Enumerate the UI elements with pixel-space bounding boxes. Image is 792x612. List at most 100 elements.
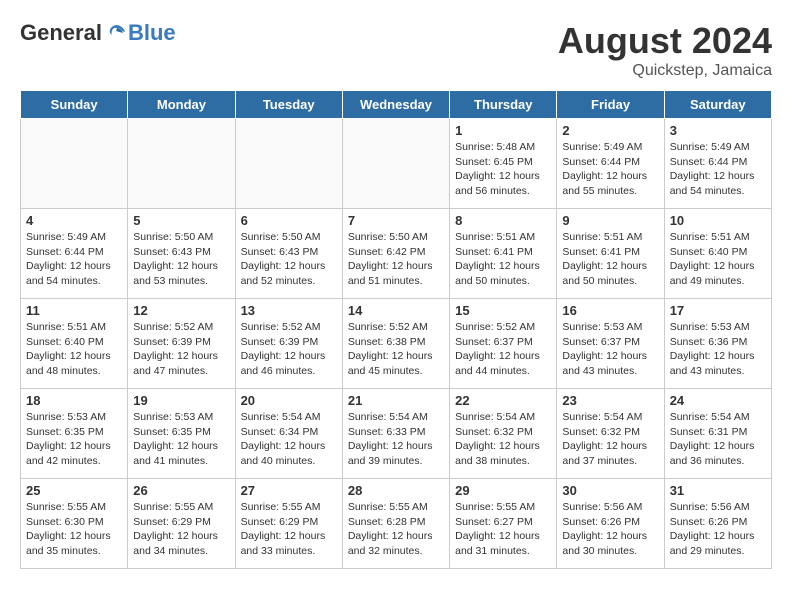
day-number: 22 [455,393,551,408]
day-number: 31 [670,483,766,498]
day-info: Sunrise: 5:53 AM Sunset: 6:37 PM Dayligh… [562,320,658,379]
day-number: 11 [26,303,122,318]
day-number: 25 [26,483,122,498]
calendar-day-cell [21,119,128,209]
calendar-day-cell: 15 Sunrise: 5:52 AM Sunset: 6:37 PM Dayli… [450,299,557,389]
logo: General Blue [20,20,176,46]
calendar-day-cell: 28 Sunrise: 5:55 AM Sunset: 6:28 PM Dayli… [342,479,449,569]
day-number: 9 [562,213,658,228]
day-number: 13 [241,303,337,318]
calendar-day-cell: 4Sunrise: 5:49 AM Sunset: 6:44 PM Daylig… [21,209,128,299]
day-info: Sunrise: 5:48 AM Sunset: 6:45 PM Dayligh… [455,140,551,199]
calendar-day-cell: 31 Sunrise: 5:56 AM Sunset: 6:26 PM Dayli… [664,479,771,569]
day-number: 5 [133,213,229,228]
calendar-day-cell: 13 Sunrise: 5:52 AM Sunset: 6:39 PM Dayli… [235,299,342,389]
day-number: 7 [348,213,444,228]
day-number: 26 [133,483,229,498]
day-info: Sunrise: 5:56 AM Sunset: 6:26 PM Dayligh… [670,500,766,559]
calendar-day-cell: 7 Sunrise: 5:50 AM Sunset: 6:42 PM Daylig… [342,209,449,299]
calendar-day-cell: 25 Sunrise: 5:55 AM Sunset: 6:30 PM Dayli… [21,479,128,569]
day-info: Sunrise: 5:52 AM Sunset: 6:39 PM Dayligh… [241,320,337,379]
calendar-day-cell: 17 Sunrise: 5:53 AM Sunset: 6:36 PM Dayli… [664,299,771,389]
day-number: 20 [241,393,337,408]
title-section: August 2024 Quickstep, Jamaica [558,20,772,80]
calendar-day-cell: 27 Sunrise: 5:55 AM Sunset: 6:29 PM Dayli… [235,479,342,569]
calendar-day-cell: 21Sunrise: 5:54 AM Sunset: 6:33 PM Dayli… [342,389,449,479]
day-info: Sunrise: 5:49 AM Sunset: 6:44 PM Dayligh… [26,230,122,289]
calendar-day-cell: 16 Sunrise: 5:53 AM Sunset: 6:37 PM Dayli… [557,299,664,389]
day-info: Sunrise: 5:49 AM Sunset: 6:44 PM Dayligh… [562,140,658,199]
day-of-week-header: Sunday [21,91,128,119]
day-info: Sunrise: 5:51 AM Sunset: 6:41 PM Dayligh… [455,230,551,289]
day-of-week-header: Thursday [450,91,557,119]
logo-blue-text: Blue [128,20,176,46]
month-year-title: August 2024 [558,20,772,62]
day-info: Sunrise: 5:52 AM Sunset: 6:39 PM Dayligh… [133,320,229,379]
day-number: 14 [348,303,444,318]
day-info: Sunrise: 5:54 AM Sunset: 6:33 PM Dayligh… [348,410,444,469]
day-info: Sunrise: 5:55 AM Sunset: 6:27 PM Dayligh… [455,500,551,559]
day-number: 18 [26,393,122,408]
calendar-day-cell [235,119,342,209]
calendar-day-cell [342,119,449,209]
calendar-week-row: 25 Sunrise: 5:55 AM Sunset: 6:30 PM Dayli… [21,479,772,569]
day-number: 28 [348,483,444,498]
calendar-day-cell: 23 Sunrise: 5:54 AM Sunset: 6:32 PM Dayli… [557,389,664,479]
day-of-week-header: Wednesday [342,91,449,119]
day-info: Sunrise: 5:50 AM Sunset: 6:42 PM Dayligh… [348,230,444,289]
day-info: Sunrise: 5:52 AM Sunset: 6:37 PM Dayligh… [455,320,551,379]
calendar-day-cell: 24Sunrise: 5:54 AM Sunset: 6:31 PM Dayli… [664,389,771,479]
calendar-day-cell: 9 Sunrise: 5:51 AM Sunset: 6:41 PM Daylig… [557,209,664,299]
day-number: 19 [133,393,229,408]
day-info: Sunrise: 5:53 AM Sunset: 6:35 PM Dayligh… [133,410,229,469]
calendar-day-cell: 1 Sunrise: 5:48 AM Sunset: 6:45 PM Daylig… [450,119,557,209]
calendar-day-cell: 14Sunrise: 5:52 AM Sunset: 6:38 PM Dayli… [342,299,449,389]
day-number: 24 [670,393,766,408]
calendar-day-cell [128,119,235,209]
day-info: Sunrise: 5:55 AM Sunset: 6:30 PM Dayligh… [26,500,122,559]
day-number: 1 [455,123,551,138]
day-number: 8 [455,213,551,228]
calendar-day-cell: 10Sunrise: 5:51 AM Sunset: 6:40 PM Dayli… [664,209,771,299]
day-number: 15 [455,303,551,318]
day-number: 27 [241,483,337,498]
calendar-day-cell: 29 Sunrise: 5:55 AM Sunset: 6:27 PM Dayli… [450,479,557,569]
day-of-week-header: Tuesday [235,91,342,119]
day-info: Sunrise: 5:55 AM Sunset: 6:29 PM Dayligh… [133,500,229,559]
day-number: 3 [670,123,766,138]
day-of-week-header: Monday [128,91,235,119]
day-info: Sunrise: 5:55 AM Sunset: 6:29 PM Dayligh… [241,500,337,559]
calendar-day-cell: 8 Sunrise: 5:51 AM Sunset: 6:41 PM Daylig… [450,209,557,299]
calendar-table: SundayMondayTuesdayWednesdayThursdayFrid… [20,90,772,569]
day-info: Sunrise: 5:54 AM Sunset: 6:32 PM Dayligh… [562,410,658,469]
calendar-day-cell: 11 Sunrise: 5:51 AM Sunset: 6:40 PM Dayli… [21,299,128,389]
calendar-header-row: SundayMondayTuesdayWednesdayThursdayFrid… [21,91,772,119]
day-number: 16 [562,303,658,318]
day-info: Sunrise: 5:51 AM Sunset: 6:41 PM Dayligh… [562,230,658,289]
day-info: Sunrise: 5:54 AM Sunset: 6:32 PM Dayligh… [455,410,551,469]
day-info: Sunrise: 5:53 AM Sunset: 6:36 PM Dayligh… [670,320,766,379]
day-info: Sunrise: 5:50 AM Sunset: 6:43 PM Dayligh… [133,230,229,289]
day-number: 10 [670,213,766,228]
calendar-day-cell: 6Sunrise: 5:50 AM Sunset: 6:43 PM Daylig… [235,209,342,299]
calendar-day-cell: 26 Sunrise: 5:55 AM Sunset: 6:29 PM Dayli… [128,479,235,569]
day-info: Sunrise: 5:50 AM Sunset: 6:43 PM Dayligh… [241,230,337,289]
logo-bird-icon [104,21,128,45]
logo-general-text: General [20,20,102,46]
calendar-week-row: 11 Sunrise: 5:51 AM Sunset: 6:40 PM Dayli… [21,299,772,389]
day-info: Sunrise: 5:55 AM Sunset: 6:28 PM Dayligh… [348,500,444,559]
page-header: General Blue August 2024 Quickstep, Jama… [20,20,772,80]
calendar-day-cell: 3Sunrise: 5:49 AM Sunset: 6:44 PM Daylig… [664,119,771,209]
day-number: 23 [562,393,658,408]
calendar-day-cell: 5 Sunrise: 5:50 AM Sunset: 6:43 PM Daylig… [128,209,235,299]
calendar-day-cell: 18Sunrise: 5:53 AM Sunset: 6:35 PM Dayli… [21,389,128,479]
day-number: 17 [670,303,766,318]
day-of-week-header: Friday [557,91,664,119]
day-number: 29 [455,483,551,498]
calendar-day-cell: 20Sunrise: 5:54 AM Sunset: 6:34 PM Dayli… [235,389,342,479]
calendar-day-cell: 19 Sunrise: 5:53 AM Sunset: 6:35 PM Dayli… [128,389,235,479]
day-info: Sunrise: 5:51 AM Sunset: 6:40 PM Dayligh… [26,320,122,379]
calendar-day-cell: 2Sunrise: 5:49 AM Sunset: 6:44 PM Daylig… [557,119,664,209]
calendar-week-row: 1 Sunrise: 5:48 AM Sunset: 6:45 PM Daylig… [21,119,772,209]
day-info: Sunrise: 5:56 AM Sunset: 6:26 PM Dayligh… [562,500,658,559]
